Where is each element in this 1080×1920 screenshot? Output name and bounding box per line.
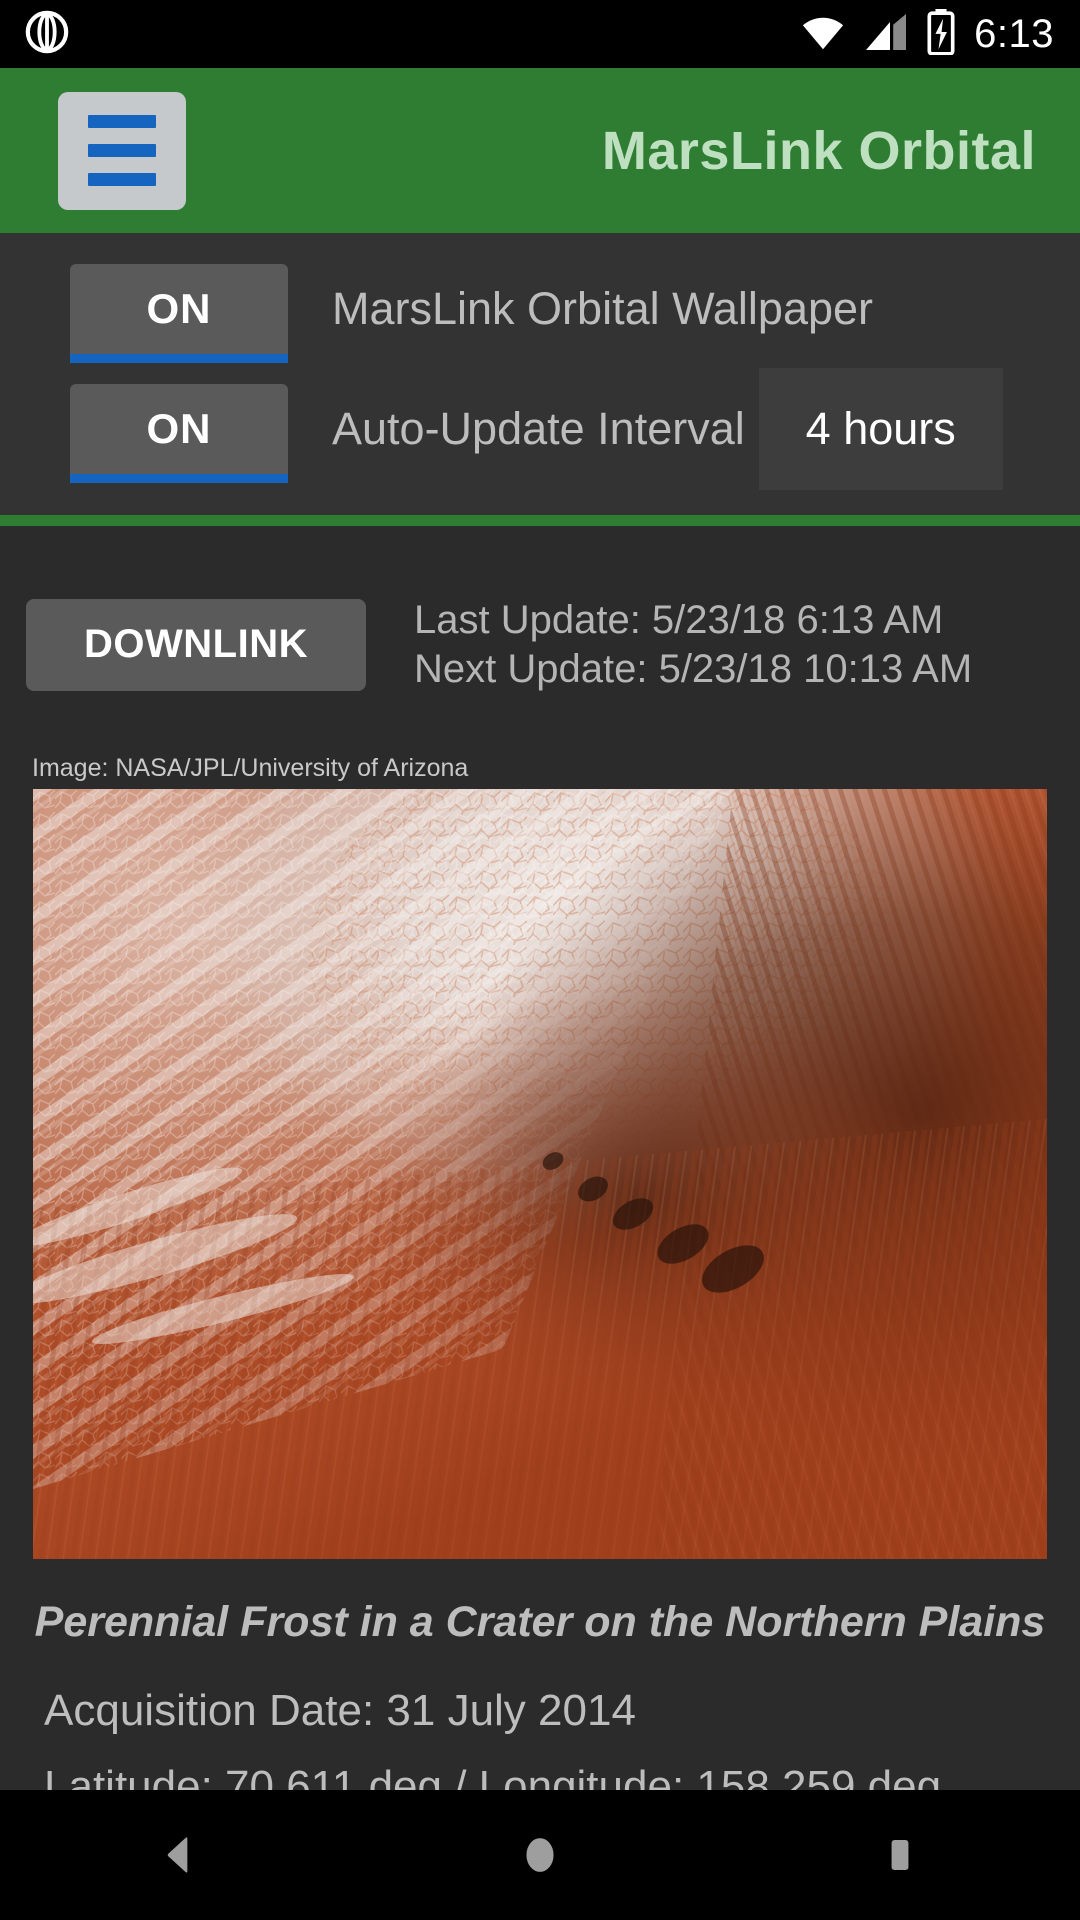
auto-update-setting-label: Auto-Update Interval bbox=[332, 403, 745, 454]
hamburger-menu-icon[interactable] bbox=[58, 91, 186, 210]
setting-row-auto-update: ON Auto-Update Interval 4 hours bbox=[0, 368, 1080, 490]
home-button[interactable] bbox=[450, 1790, 630, 1920]
section-divider bbox=[0, 515, 1080, 526]
image-title: Perennial Frost in a Crater on the North… bbox=[34, 1598, 1046, 1646]
last-update-text: Last Update: 5/23/18 6:13 AM bbox=[414, 598, 944, 642]
acquisition-date: Acquisition Date: 31 July 2014 bbox=[44, 1686, 636, 1735]
setting-row-wallpaper: ON MarsLink Orbital Wallpaper bbox=[0, 249, 1080, 369]
android-navigation-bar bbox=[0, 1790, 1080, 1920]
wallpaper-setting-label: MarsLink Orbital Wallpaper bbox=[332, 283, 874, 334]
status-bar: 6:13 bbox=[0, 0, 1080, 68]
wallpaper-toggle-button[interactable]: ON bbox=[70, 264, 288, 363]
menu-bar-line bbox=[88, 144, 156, 157]
image-credit: Image: NASA/JPL/University of Arizona bbox=[32, 754, 469, 782]
back-triangle-icon bbox=[167, 1837, 188, 1873]
auto-update-interval-spinner[interactable]: 4 hours bbox=[758, 368, 1003, 490]
wallpaper-toggle-label: ON bbox=[146, 285, 212, 332]
back-button[interactable] bbox=[90, 1790, 270, 1920]
app-title: MarsLink Orbital bbox=[601, 120, 1036, 181]
auto-update-toggle-label: ON bbox=[146, 405, 212, 452]
update-times: Last Update: 5/23/18 6:13 AM Next Update… bbox=[414, 596, 972, 694]
status-bar-right-icons: 6:13 bbox=[800, 8, 1054, 60]
downlink-button-label: DOWNLINK bbox=[84, 622, 308, 667]
app-notification-icon bbox=[24, 9, 70, 60]
status-bar-left-icons bbox=[24, 9, 70, 60]
home-circle-icon bbox=[526, 1838, 554, 1872]
downlink-section: DOWNLINK Last Update: 5/23/18 6:13 AM Ne… bbox=[0, 596, 1080, 694]
status-bar-clock: 6:13 bbox=[974, 11, 1054, 56]
mars-surface-image[interactable] bbox=[33, 789, 1047, 1559]
recents-button[interactable] bbox=[810, 1790, 990, 1920]
battery-charging-icon bbox=[926, 8, 956, 60]
recents-square-icon bbox=[891, 1839, 909, 1871]
cellular-signal-icon bbox=[864, 12, 908, 57]
next-update-text: Next Update: 5/23/18 10:13 AM bbox=[414, 646, 973, 691]
app-bar: MarsLink Orbital bbox=[0, 68, 1080, 233]
downlink-button[interactable]: DOWNLINK bbox=[26, 598, 366, 691]
app-screen: 6:13 MarsLink Orbital ON MarsLink Orbita… bbox=[0, 0, 1080, 1920]
menu-bar-line bbox=[88, 115, 156, 128]
settings-panel: ON MarsLink Orbital Wallpaper ON Auto-Up… bbox=[0, 233, 1080, 515]
auto-update-toggle-button[interactable]: ON bbox=[70, 384, 288, 483]
auto-update-interval-value: 4 hours bbox=[805, 403, 956, 454]
menu-bar-line bbox=[88, 173, 156, 186]
wifi-icon bbox=[800, 12, 846, 57]
